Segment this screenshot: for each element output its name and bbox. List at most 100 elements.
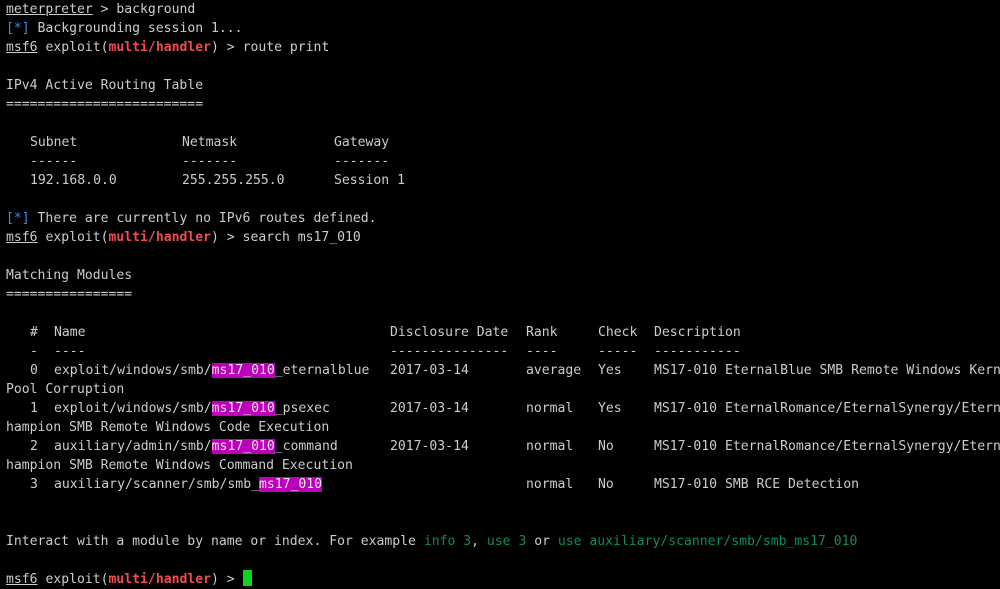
module-suffix: _psexec (274, 401, 330, 416)
route-gateway: Session 1 (334, 173, 405, 188)
search-highlight: ms17_010 (211, 439, 275, 454)
prompt-exploit: exploit( (45, 572, 109, 587)
prompt-close: ) (211, 572, 219, 587)
command-text: search ms17_010 (242, 230, 361, 245)
module-check: Yes (598, 363, 622, 378)
prompt-exploit: exploit( (45, 40, 109, 55)
modules-dash-row: - ---- --------------- ---- ----- ----------- (6, 342, 1000, 361)
modules-header-desc: Description (654, 325, 741, 340)
table-row: 1 exploit/windows/smb/ms17_010_psexec 2017… (6, 399, 1000, 418)
module-rank: normal (526, 439, 574, 454)
route-subnet: 192.168.0.0 (30, 173, 117, 188)
modules-dash-check: ----- (598, 344, 638, 359)
prompt-module: multi/handler (108, 40, 211, 55)
modules-header-check: Check (598, 325, 638, 340)
route-header-gateway: Gateway (334, 135, 390, 150)
command-input-line[interactable]: msf6 exploit(multi/handler) > (6, 570, 1000, 589)
module-date: 2017-03-14 (390, 363, 469, 378)
info-tag: [*] (6, 211, 30, 226)
matching-modules-underline: ================ (6, 287, 133, 302)
module-name: auxiliary/admin/smb/ms17_010_command (54, 437, 390, 456)
example-use-name-command: use auxiliary/scanner/smb/smb_ms17_010 (557, 534, 858, 549)
line-ipv6: [*] There are currently no IPv6 routes d… (6, 209, 1000, 228)
module-index: 2 (30, 439, 38, 454)
line-search-cmd: msf6 exploit(multi/handler) > search ms1… (6, 228, 1000, 247)
info-tag: [*] (6, 21, 30, 36)
modules-dash-num: - (30, 344, 38, 359)
route-row: 192.168.0.0 255.255.255.0 Session 1 (6, 171, 1000, 190)
route-netmask: 255.255.255.0 (182, 173, 285, 188)
hint-text: Interact with a module by name or index.… (6, 534, 424, 549)
matching-modules-title: Matching Modules (6, 268, 133, 283)
module-check: Yes (598, 401, 622, 416)
module-path: exploit/windows/smb/ (54, 401, 212, 416)
prompt-close: ) (211, 40, 219, 55)
route-header-netmask: Netmask (182, 135, 238, 150)
route-header-row: Subnet Netmask Gateway (6, 133, 1000, 152)
module-index: 3 (30, 477, 38, 492)
module-description-wrap: Pool Corruption (6, 382, 125, 397)
prompt-arrow: > (226, 230, 235, 245)
module-rank: average (526, 363, 582, 378)
routing-table-underline: ========================= (6, 97, 204, 112)
prompt-exploit: exploit( (45, 230, 109, 245)
output-text: There are currently no IPv6 routes defin… (37, 211, 377, 226)
prompt-arrow: > (226, 572, 235, 587)
module-name: exploit/windows/smb/ms17_010_eternalblue (54, 361, 390, 380)
module-check: No (598, 477, 614, 492)
module-name: exploit/windows/smb/ms17_010_psexec (54, 399, 390, 418)
module-description: MS17-010 EternalRomance/EternalSynergy/E… (654, 439, 1000, 454)
table-row: 0 exploit/windows/smb/ms17_010_eternalblu… (6, 361, 1000, 380)
command-text: route print (242, 40, 330, 55)
module-description: MS17-010 EternalBlue SMB Remote Windows … (654, 363, 1000, 378)
module-path: exploit/windows/smb/ (54, 363, 212, 378)
modules-dash-desc: ----------- (654, 344, 741, 359)
command-text: background (116, 2, 196, 17)
line-backgrounding: [*] Backgrounding session 1... (6, 19, 1000, 38)
module-rank: normal (526, 477, 574, 492)
routing-table-title: IPv4 Active Routing Table (6, 78, 204, 93)
module-rank: normal (526, 401, 574, 416)
prompt-arrow: > (226, 40, 235, 55)
modules-header-rank: Rank (526, 325, 558, 340)
module-description-wrap: hampion SMB Remote Windows Command Execu… (6, 458, 353, 473)
hint-separator: , (471, 534, 487, 549)
example-use-index-command: use 3 (486, 534, 527, 549)
modules-dash-name: ---- (54, 344, 86, 359)
text-cursor[interactable] (242, 570, 252, 586)
search-highlight: ms17_010 (258, 477, 323, 492)
search-highlight: ms17_010 (211, 363, 275, 378)
route-dash-subnet: ------ (30, 154, 78, 169)
prompt-arrow: > (100, 2, 109, 17)
module-index: 0 (30, 363, 38, 378)
module-date: 2017-03-14 (390, 439, 469, 454)
modules-header-name: Name (54, 325, 86, 340)
route-dash-netmask: ------- (182, 154, 238, 169)
msf-prompt: msf6 (6, 572, 38, 587)
search-highlight: ms17_010 (211, 401, 275, 416)
prompt-module: multi/handler (108, 572, 211, 587)
prompt-close: ) (211, 230, 219, 245)
route-header-subnet: Subnet (30, 135, 78, 150)
module-description-wrap: hampion SMB Remote Windows Code Executio… (6, 420, 330, 435)
module-suffix: _command (274, 439, 338, 454)
modules-dash-rank: ---- (526, 344, 558, 359)
terminal-window[interactable]: meterpreter > background [*] Backgroundi… (6, 0, 1000, 589)
module-date: 2017-03-14 (390, 401, 469, 416)
hint-separator: or (526, 534, 558, 549)
modules-header-row: # Name Disclosure Date Rank Check Description (6, 323, 1000, 342)
example-info-command: info 3 (423, 534, 472, 549)
msf-prompt: msf6 (6, 230, 38, 245)
output-text: Backgrounding session 1... (37, 21, 243, 36)
line-background-cmd: meterpreter > background (6, 0, 1000, 19)
line-route-print-cmd: msf6 exploit(multi/handler) > route prin… (6, 38, 1000, 57)
module-suffix: _eternalblue (274, 363, 370, 378)
